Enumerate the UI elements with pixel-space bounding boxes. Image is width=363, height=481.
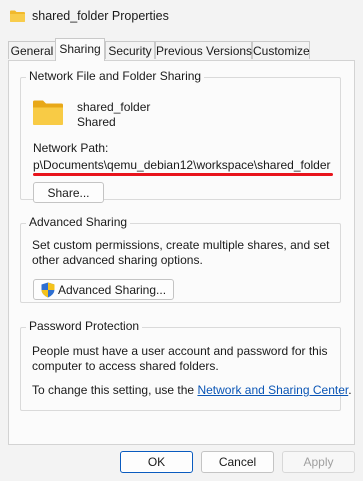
window-title: shared_folder Properties: [32, 9, 169, 23]
tab-customize[interactable]: Customize: [252, 41, 310, 59]
folder-status: Shared: [77, 115, 116, 129]
tab-previous-versions[interactable]: Previous Versions: [155, 41, 252, 59]
folder-name: shared_folder: [77, 100, 151, 114]
password-change-prefix: To change this setting, use the: [32, 383, 198, 397]
password-change-text: To change this setting, use the Network …: [32, 383, 352, 398]
ok-button[interactable]: OK: [120, 451, 193, 473]
password-change-suffix: .: [348, 383, 352, 397]
password-protection-description: People must have a user account and pass…: [32, 344, 328, 373]
apply-button[interactable]: Apply: [282, 451, 355, 473]
password-protection-heading: Password Protection: [26, 319, 143, 333]
cancel-button[interactable]: Cancel: [201, 451, 274, 473]
shield-icon: [41, 282, 55, 297]
title-bar: shared_folder Properties: [0, 0, 363, 34]
advanced-sharing-description: Set custom permissions, create multiple …: [32, 238, 330, 267]
advanced-sharing-group: Advanced Sharing Set custom permissions,…: [20, 215, 341, 303]
network-sharing-center-link[interactable]: Network and Sharing Center: [197, 383, 348, 397]
path-highlight-underline: [33, 173, 333, 176]
network-sharing-group: Network File and Folder Sharing shared_f…: [20, 69, 341, 203]
password-protection-group: Password Protection People must have a u…: [20, 319, 352, 411]
folder-icon: [33, 100, 63, 125]
sharing-panel: Network File and Folder Sharing shared_f…: [8, 60, 355, 445]
advanced-sharing-button[interactable]: Advanced Sharing...: [33, 279, 174, 300]
advanced-sharing-button-label: Advanced Sharing...: [57, 282, 167, 297]
folder-icon: [10, 10, 25, 22]
network-sharing-heading: Network File and Folder Sharing: [26, 69, 205, 83]
advanced-sharing-heading: Advanced Sharing: [26, 215, 131, 229]
tab-security[interactable]: Security: [105, 41, 155, 59]
network-path-label: Network Path:: [33, 141, 109, 155]
share-button[interactable]: Share...: [33, 182, 104, 203]
network-path-value[interactable]: p\Documents\qemu_debian12\workspace\shar…: [33, 158, 331, 172]
tab-sharing[interactable]: Sharing: [55, 38, 105, 61]
tab-general[interactable]: General: [8, 41, 56, 59]
